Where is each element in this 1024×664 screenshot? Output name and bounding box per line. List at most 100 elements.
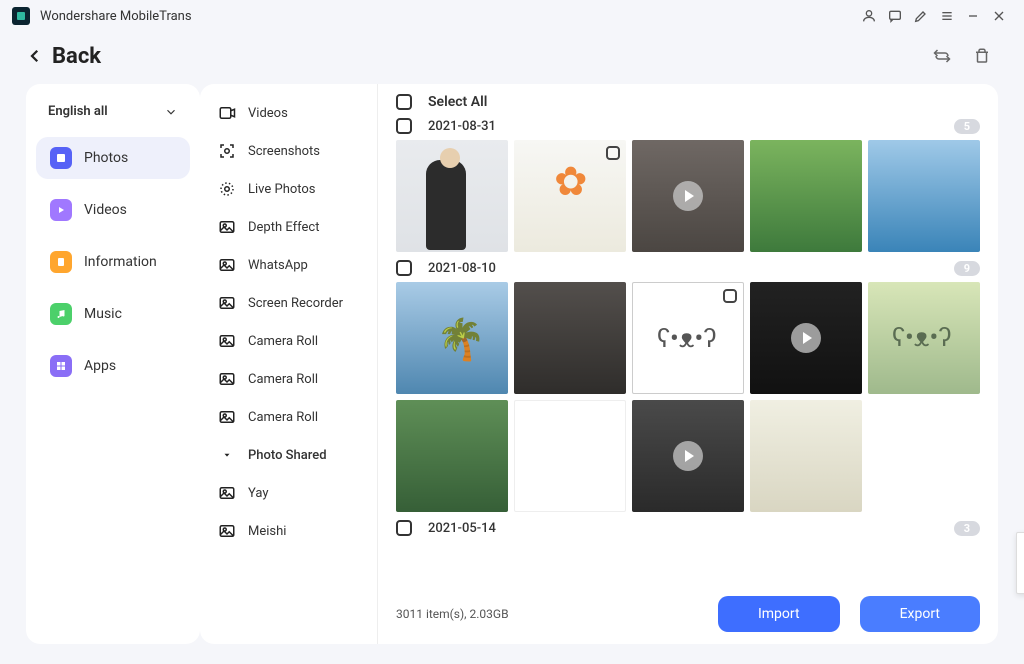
date-group-header: 2021-05-14 3 <box>396 518 980 542</box>
photos-icon <box>50 147 72 169</box>
group-checkbox[interactable] <box>396 118 412 134</box>
album-whatsapp[interactable]: WhatsApp <box>200 246 377 284</box>
select-all-checkbox[interactable] <box>396 94 412 110</box>
picture-icon <box>218 332 236 350</box>
photo-thumbnail[interactable] <box>396 282 508 394</box>
album-deptheffect[interactable]: Depth Effect <box>200 208 377 246</box>
group-checkbox[interactable] <box>396 520 412 536</box>
account-icon[interactable] <box>856 3 882 29</box>
screenshot-icon <box>218 142 236 160</box>
feedback-icon[interactable] <box>882 3 908 29</box>
picture-icon <box>218 484 236 502</box>
delete-button[interactable] <box>966 40 998 72</box>
photo-thumbnail[interactable] <box>396 140 508 252</box>
thumbnail-checkbox[interactable] <box>723 289 737 303</box>
album-label: Camera Roll <box>248 372 318 387</box>
import-context-menu: Add File Add Folder <box>1016 532 1024 594</box>
edit-icon[interactable] <box>908 3 934 29</box>
group-date: 2021-08-10 <box>428 261 496 276</box>
photo-thumbnail[interactable] <box>514 140 626 252</box>
apps-icon <box>50 355 72 377</box>
select-all-row: Select All <box>396 94 980 116</box>
picture-icon <box>218 370 236 388</box>
date-group-header: 2021-08-10 9 <box>396 258 980 282</box>
photo-thumbnail[interactable] <box>750 400 862 512</box>
refresh-button[interactable] <box>926 40 958 72</box>
album-section-label: Photo Shared <box>248 448 327 463</box>
category-videos[interactable]: Videos <box>36 189 190 231</box>
triangle-down-icon <box>218 446 236 464</box>
album-label: WhatsApp <box>248 258 308 273</box>
videos-icon <box>50 199 72 221</box>
photo-thumbnail[interactable] <box>868 282 980 394</box>
album-section-photoshared[interactable]: Photo Shared <box>200 436 377 474</box>
category-label: Photos <box>84 150 128 166</box>
category-label: Videos <box>84 202 127 218</box>
music-icon <box>50 303 72 325</box>
photo-thumbnail[interactable] <box>868 140 980 252</box>
thumbnail-grid <box>396 140 980 252</box>
category-apps[interactable]: Apps <box>36 345 190 387</box>
album-meishi[interactable]: Meishi <box>200 512 377 550</box>
photo-thumbnail[interactable] <box>750 140 862 252</box>
app-title: Wondershare MobileTrans <box>40 9 192 24</box>
language-dropdown[interactable]: English all <box>36 96 190 127</box>
album-label: Camera Roll <box>248 334 318 349</box>
minimize-icon[interactable] <box>960 3 986 29</box>
album-livephotos[interactable]: Live Photos <box>200 170 377 208</box>
menu-item-add-file[interactable]: Add File <box>1017 537 1024 563</box>
album-yay[interactable]: Yay <box>200 474 377 512</box>
date-group-header: 2021-08-31 5 <box>396 116 980 140</box>
menu-icon[interactable] <box>934 3 960 29</box>
category-panel: English all Photos Videos Information Mu… <box>26 84 200 644</box>
back-button[interactable]: Back <box>26 44 101 69</box>
category-music[interactable]: Music <box>36 293 190 335</box>
close-icon[interactable] <box>986 3 1012 29</box>
category-photos[interactable]: Photos <box>36 137 190 179</box>
album-screenshots[interactable]: Screenshots <box>200 132 377 170</box>
group-count: 3 <box>954 521 980 536</box>
thumbnail-checkbox[interactable] <box>606 146 620 160</box>
group-checkbox[interactable] <box>396 260 412 276</box>
chevron-left-icon <box>26 47 44 65</box>
group-date: 2021-05-14 <box>428 521 496 536</box>
language-label: English all <box>48 104 108 119</box>
album-label: Live Photos <box>248 182 316 197</box>
video-thumbnail[interactable] <box>750 282 862 394</box>
app-logo-icon <box>12 7 30 25</box>
export-button[interactable]: Export <box>860 596 980 632</box>
picture-icon <box>218 218 236 236</box>
album-cameraroll[interactable]: Camera Roll <box>200 360 377 398</box>
album-screenrecorder[interactable]: Screen Recorder <box>200 284 377 322</box>
album-label: Videos <box>248 106 288 121</box>
footer-bar: 3011 item(s), 2.03GB Import Export <box>396 596 980 632</box>
photo-thumbnail[interactable] <box>396 400 508 512</box>
category-label: Apps <box>84 358 116 374</box>
photo-thumbnail[interactable] <box>514 282 626 394</box>
livephoto-icon <box>218 180 236 198</box>
photo-thumbnail[interactable] <box>632 282 744 394</box>
video-thumbnail[interactable] <box>632 140 744 252</box>
play-icon <box>791 323 821 353</box>
album-label: Screenshots <box>248 144 320 159</box>
back-label: Back <box>52 44 101 69</box>
album-videos[interactable]: Videos <box>200 94 377 132</box>
video-thumbnail[interactable] <box>632 400 744 512</box>
group-count: 5 <box>954 119 980 134</box>
play-icon <box>673 441 703 471</box>
import-button[interactable]: Import <box>718 596 840 632</box>
album-cameraroll[interactable]: Camera Roll <box>200 398 377 436</box>
thumbnail-grid <box>396 282 980 394</box>
picture-icon <box>218 294 236 312</box>
group-date: 2021-08-31 <box>428 119 496 134</box>
select-all-label: Select All <box>428 94 487 110</box>
content-panel: Select All 2021-08-31 5 2021-08-10 9 <box>378 84 998 644</box>
album-panel: Videos Screenshots Live Photos Depth Eff… <box>200 84 378 644</box>
album-cameraroll[interactable]: Camera Roll <box>200 322 377 360</box>
titlebar: Wondershare MobileTrans <box>0 0 1024 32</box>
album-label: Yay <box>248 486 268 501</box>
photo-thumbnail[interactable] <box>514 400 626 512</box>
category-label: Music <box>84 306 122 322</box>
category-information[interactable]: Information <box>36 241 190 283</box>
menu-item-add-folder[interactable]: Add Folder <box>1017 563 1024 589</box>
